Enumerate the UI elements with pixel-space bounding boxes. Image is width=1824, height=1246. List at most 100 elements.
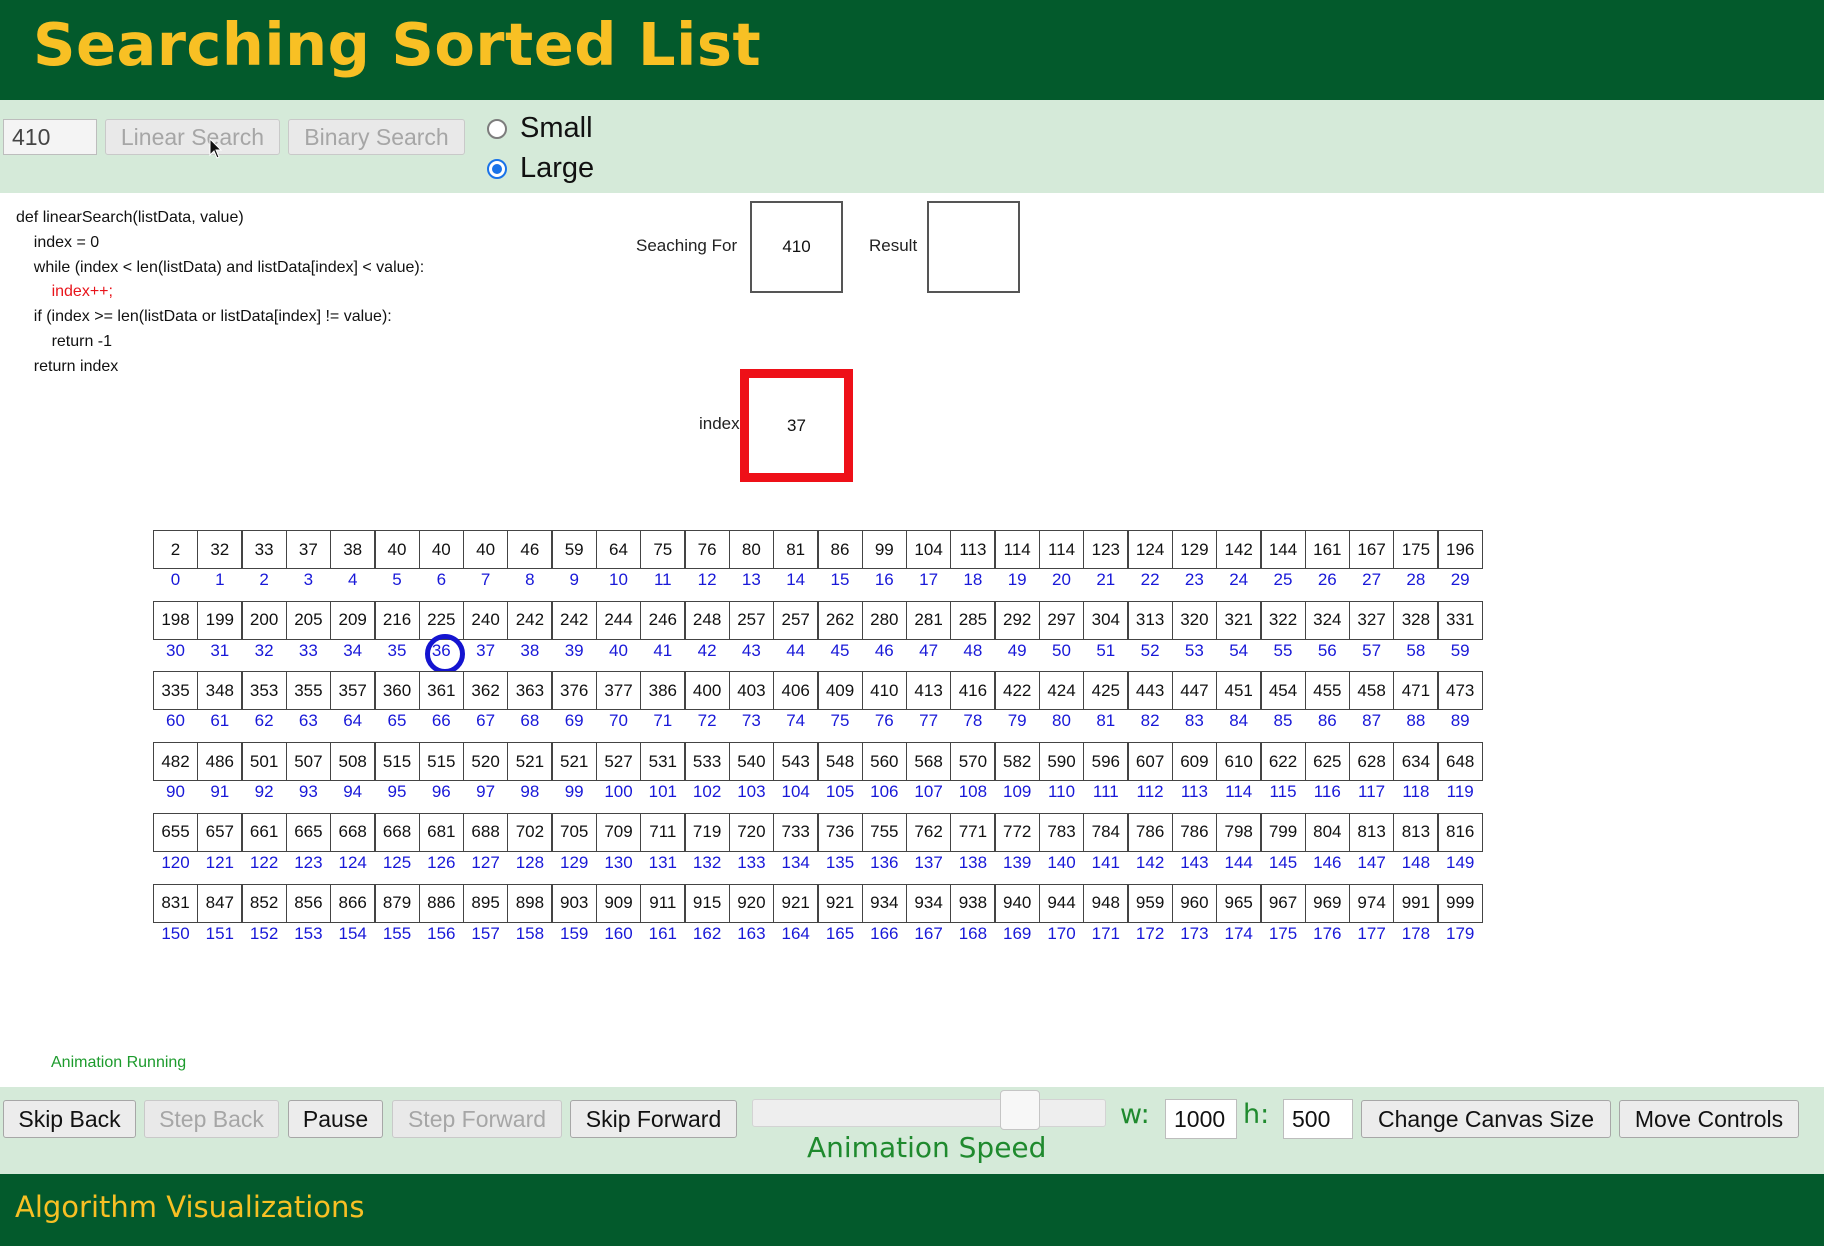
array-cell: 934	[861, 883, 907, 923]
array-cell: 64	[596, 530, 641, 569]
array-index-label: 161	[648, 923, 677, 943]
step-forward-button[interactable]: Step Forward	[392, 1100, 562, 1138]
code-line: index = 0	[16, 233, 100, 251]
array-index-label: 13	[741, 570, 761, 589]
binary-search-button[interactable]: Binary Search	[288, 119, 465, 155]
array-index-label: 113	[1180, 782, 1208, 802]
array-index-label: 106	[870, 782, 899, 802]
move-controls-button[interactable]: Move Controls	[1619, 1100, 1799, 1138]
code-line: while (index < len(listData) and listDat…	[16, 258, 425, 276]
array-index-label: 169	[1003, 923, 1032, 943]
array-index-label: 170	[1047, 923, 1076, 943]
array-cell: 471	[1393, 671, 1439, 711]
array-cell: 328	[1393, 600, 1439, 640]
array-index-label: 77	[919, 711, 939, 731]
array-cell: 113	[950, 530, 996, 569]
array-cell: 331	[1437, 600, 1483, 640]
array-index-label: 126	[427, 852, 456, 872]
array-cell: 410	[861, 671, 907, 711]
array-cell: 386	[640, 671, 686, 711]
array-cell: 144	[1260, 530, 1306, 569]
size-large-radio[interactable]	[487, 158, 507, 179]
array-cell: 361	[418, 671, 464, 711]
array-cell: 424	[1039, 671, 1084, 711]
array-index-label: 112	[1136, 782, 1164, 802]
array-cell: 965	[1216, 883, 1262, 923]
array-cell: 736	[817, 812, 863, 852]
array-index-label: 27	[1362, 570, 1382, 589]
array-index-label: 30	[166, 640, 185, 660]
array-index-label: 102	[692, 782, 722, 802]
array-cell: 355	[285, 671, 331, 711]
size-small-option[interactable]: Small	[487, 112, 593, 145]
canvas-width-input[interactable]	[1165, 1099, 1237, 1139]
array-index-label: 138	[958, 852, 988, 872]
array-index-label: 8	[525, 570, 535, 589]
step-back-button[interactable]: Step Back	[144, 1100, 279, 1138]
search-value-input[interactable]	[3, 119, 97, 155]
array-index-label: 121	[205, 852, 234, 872]
array-index-label: 132	[692, 852, 722, 872]
pause-button[interactable]: Pause	[288, 1100, 383, 1138]
array-cell: 246	[640, 600, 686, 640]
array-index-label: 15	[830, 570, 850, 589]
array-index-label: 18	[963, 570, 983, 589]
array-index-label: 141	[1091, 852, 1120, 872]
array-cell: 167	[1349, 530, 1395, 569]
array-cell: 944	[1039, 883, 1084, 923]
array-cell: 335	[153, 671, 198, 711]
skip-forward-button[interactable]: Skip Forward	[570, 1100, 737, 1138]
array-cell: 32	[197, 530, 243, 569]
array-index-label: 0	[170, 570, 181, 589]
index-box: 37	[740, 369, 853, 482]
linear-search-button[interactable]: Linear Search	[105, 119, 280, 155]
skip-back-button[interactable]: Skip Back	[3, 1100, 136, 1138]
array-index-label: 48	[963, 640, 983, 660]
array-index-label: 118	[1402, 782, 1430, 802]
array-cell: 40	[463, 530, 509, 569]
array-cell: 257	[773, 600, 819, 640]
array-cell: 657	[197, 812, 243, 852]
array-index-label: 127	[471, 852, 500, 872]
animation-controls: Skip Back Step Back Pause Step Forward S…	[0, 1087, 1824, 1174]
array-index-label: 66	[431, 711, 451, 731]
array-index-label: 167	[914, 923, 943, 943]
array-index-label: 16	[874, 570, 894, 589]
animation-speed-thumb[interactable]	[1000, 1090, 1040, 1130]
array-index-label: 114	[1225, 782, 1253, 802]
canvas-height-input[interactable]	[1283, 1099, 1353, 1139]
array-index-label: 98	[520, 782, 540, 802]
array-index-label: 162	[692, 923, 722, 943]
array-index-label: 57	[1362, 640, 1382, 660]
array-index-label: 5	[392, 570, 402, 589]
animation-speed-slider[interactable]	[752, 1099, 1106, 1127]
array-cell: 198	[153, 600, 198, 640]
array-cell: 124	[1127, 530, 1173, 569]
array-index-label: 108	[958, 782, 988, 802]
array-index-label: 38	[520, 640, 540, 660]
array-index-label: 109	[1003, 782, 1032, 802]
array-cell: 665	[285, 812, 331, 852]
size-large-option[interactable]: Large	[487, 152, 594, 185]
array-cell: 501	[241, 742, 287, 782]
array-cell: 353	[241, 671, 287, 711]
array-index-label: 86	[1317, 711, 1337, 731]
size-small-radio[interactable]	[487, 118, 507, 139]
array-index-label: 45	[830, 640, 850, 660]
array-index-label: 23	[1184, 570, 1204, 589]
array-index-label: 116	[1313, 782, 1341, 802]
array-cell: 262	[817, 600, 863, 640]
array-index-label: 24	[1229, 570, 1249, 589]
array-cell: 762	[906, 812, 952, 852]
array-index-label: 117	[1358, 782, 1386, 802]
array-index-label: 21	[1096, 570, 1116, 589]
array-index-label: 88	[1406, 711, 1426, 731]
array-cell: 515	[418, 742, 464, 782]
array-cell: 560	[861, 742, 907, 782]
array-cell: 257	[728, 600, 774, 640]
change-canvas-size-button[interactable]: Change Canvas Size	[1361, 1100, 1611, 1138]
array-cell: 416	[950, 671, 996, 711]
array-index-label: 107	[914, 782, 943, 802]
array-cell: 607	[1127, 742, 1173, 782]
array-index-label: 2	[259, 570, 269, 589]
